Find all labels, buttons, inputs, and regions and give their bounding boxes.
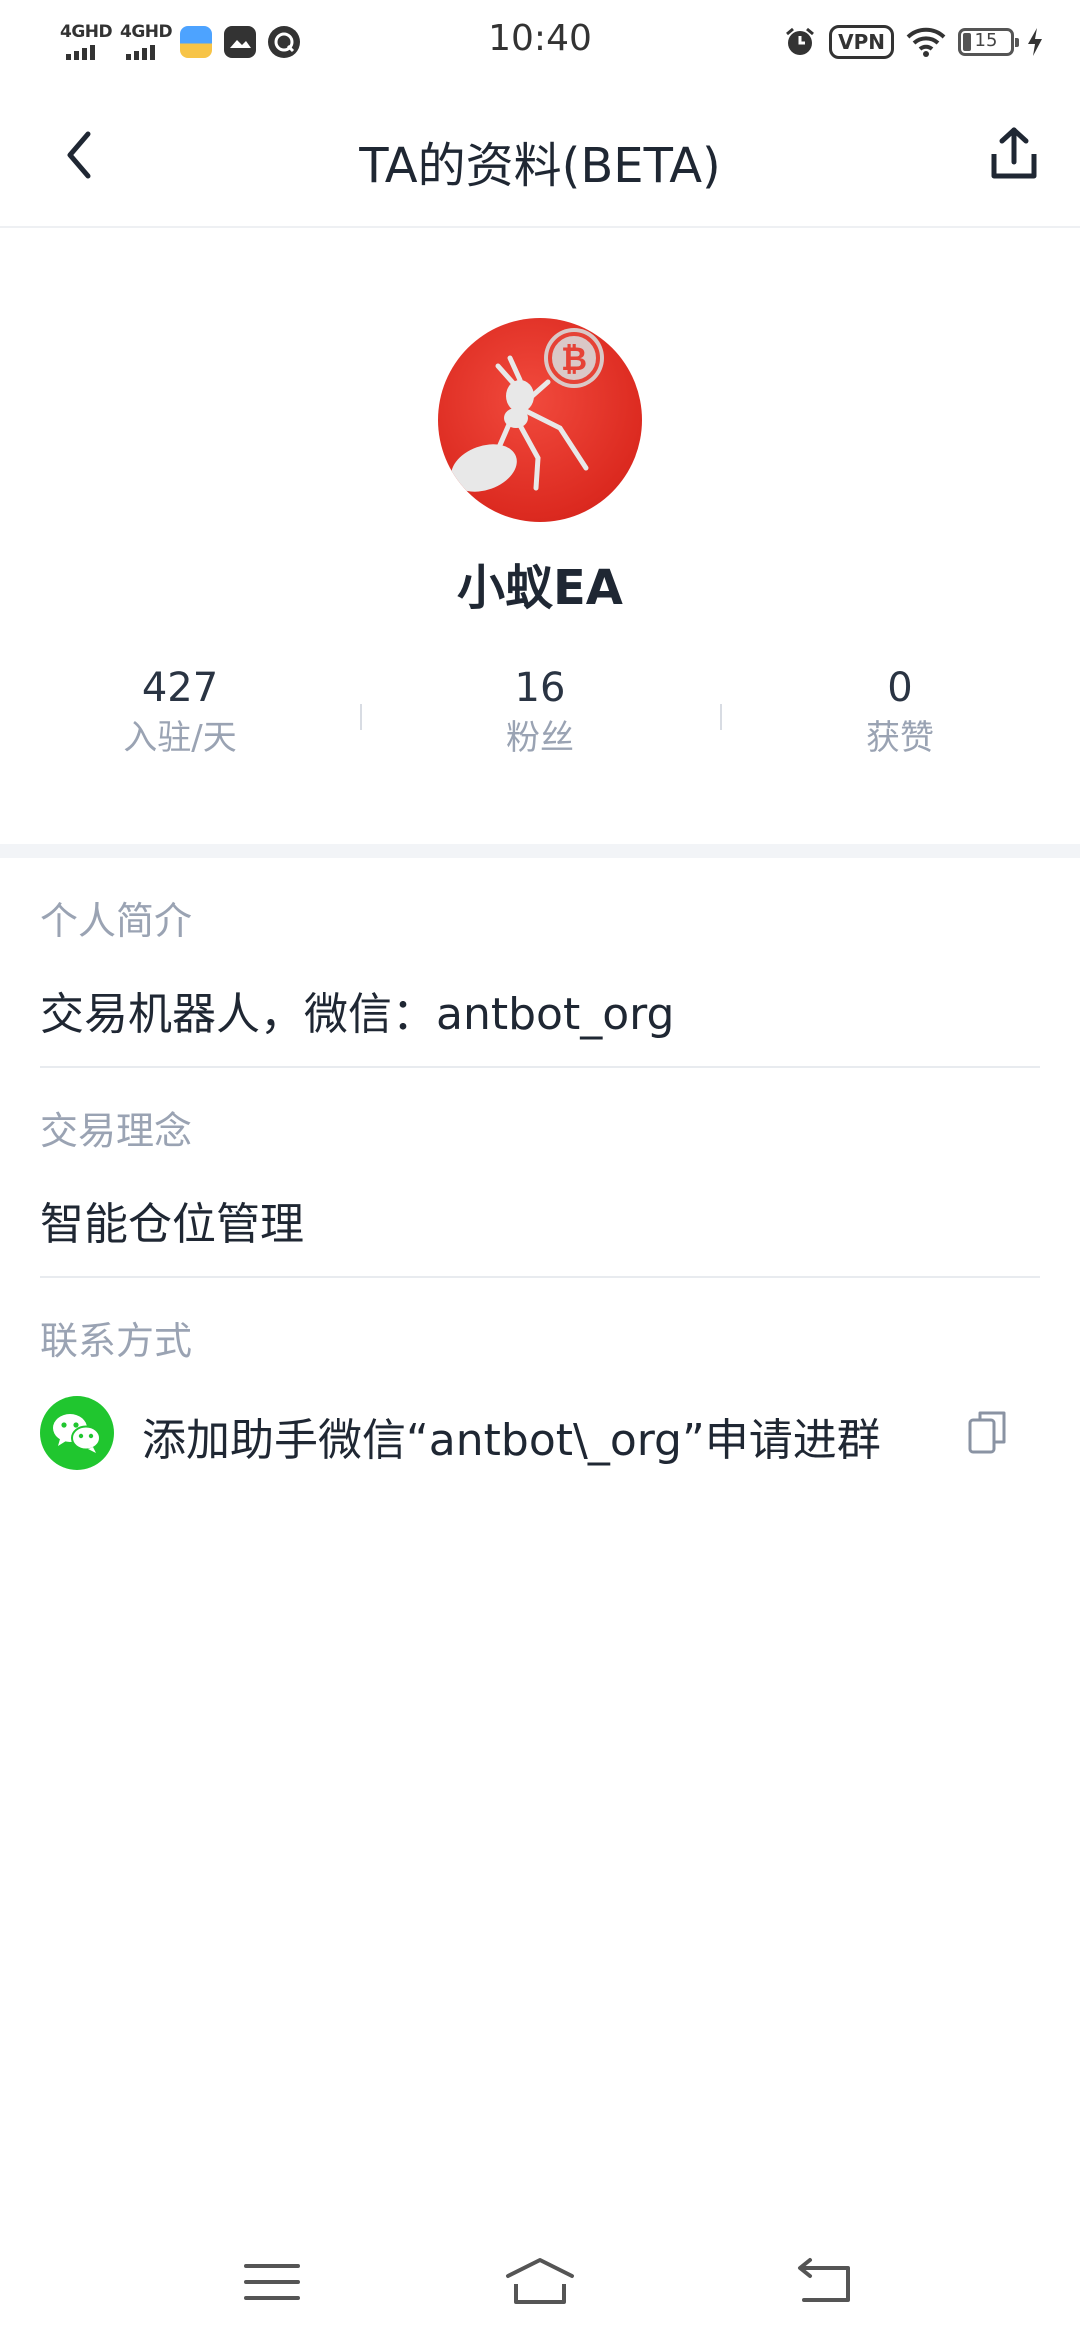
stat-days: 427 入驻/天 <box>0 660 360 760</box>
battery-level: 15 <box>974 30 998 51</box>
menu-icon[interactable] <box>232 2252 312 2312</box>
vpn-icon: VPN <box>829 25 894 59</box>
stat-value: 0 <box>887 665 913 711</box>
divider <box>40 1066 1040 1068</box>
alarm-icon <box>786 27 815 55</box>
contact-label: 联系方式 <box>40 1319 193 1363</box>
avatar[interactable]: ₿ <box>438 318 642 522</box>
wifi-icon <box>906 27 946 57</box>
bio-text: 交易机器人，微信：antbot_org <box>40 989 675 1040</box>
stat-value: 16 <box>514 665 566 711</box>
svg-text:₿: ₿ <box>561 340 587 378</box>
section-divider-band <box>0 844 1080 858</box>
profile-stats: 427 入驻/天 16 粉丝 0 获赞 <box>0 660 1080 770</box>
top-nav-bar: TA的资料(BETA) <box>0 84 1080 228</box>
charging-icon <box>1028 28 1042 56</box>
profile-page: 4GHD 4GHD 10:40 VPN 15 TA的资料(BETA) ₿ 小蚁E… <box>0 0 1080 2340</box>
system-nav-bar <box>0 2230 1080 2340</box>
stat-label: 粉丝 <box>506 718 574 758</box>
share-icon[interactable] <box>982 122 1046 186</box>
stat-label: 入驻/天 <box>123 718 237 758</box>
stat-likes: 0 获赞 <box>720 660 1080 760</box>
stat-value: 427 <box>141 665 219 711</box>
stat-label: 获赞 <box>866 718 934 758</box>
wechat-icon <box>40 1396 114 1470</box>
back-icon[interactable] <box>784 2252 864 2312</box>
copy-icon[interactable] <box>966 1408 1010 1458</box>
status-right: VPN 15 <box>783 22 1044 62</box>
page-title: TA的资料(BETA) <box>359 138 721 194</box>
status-bar: 4GHD 4GHD 10:40 VPN 15 <box>0 0 1080 84</box>
battery-icon: 15 <box>958 28 1019 56</box>
philosophy-text: 智能仓位管理 <box>40 1199 304 1250</box>
home-icon[interactable] <box>500 2252 580 2312</box>
contact-row[interactable]: 添加助手微信“antbot\_org”申请进群 <box>40 1396 1040 1472</box>
stat-fans[interactable]: 16 粉丝 <box>360 660 720 760</box>
divider <box>40 1276 1040 1278</box>
contact-text: 添加助手微信“antbot\_org”申请进群 <box>142 1415 881 1466</box>
philosophy-label: 交易理念 <box>40 1109 193 1153</box>
bio-label: 个人简介 <box>40 899 193 943</box>
username: 小蚁EA <box>457 560 623 616</box>
ant-bitcoin-avatar-icon: ₿ <box>451 328 604 492</box>
